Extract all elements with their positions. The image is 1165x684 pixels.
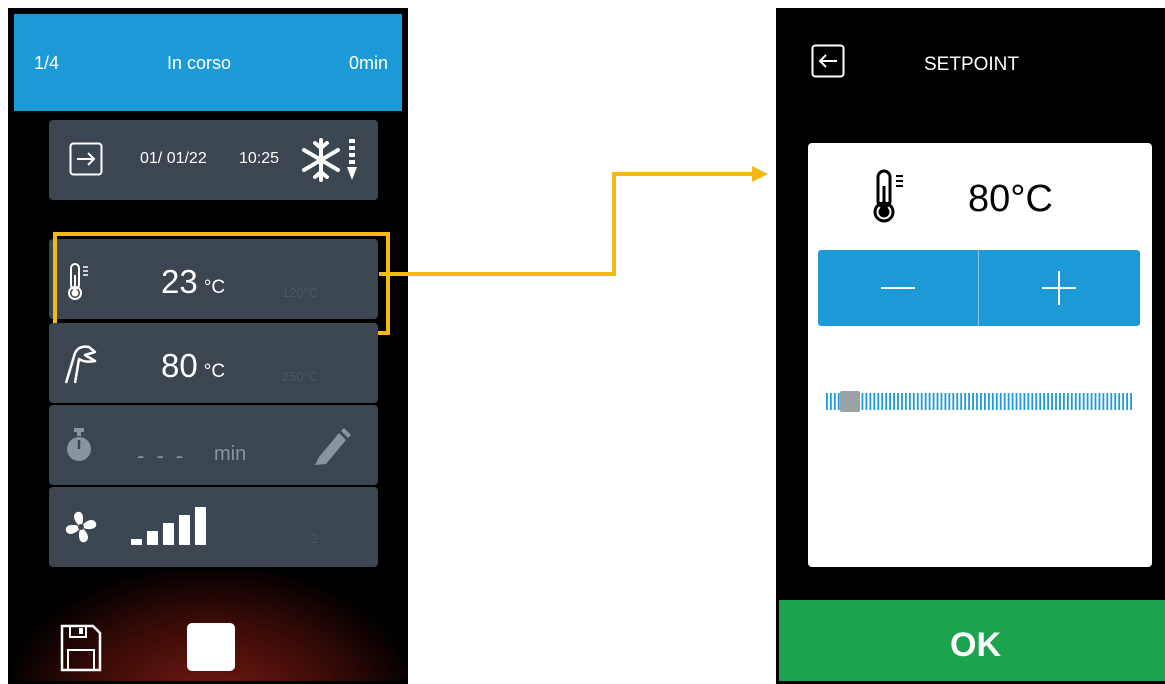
slider-tick	[987, 393, 990, 410]
setpoint-stepper	[818, 250, 1140, 326]
slider-tick	[881, 393, 884, 410]
slider-tick	[1007, 393, 1010, 410]
slider-tick	[833, 393, 836, 410]
slider-tick	[940, 393, 943, 410]
back-arrow-icon[interactable]	[811, 44, 845, 78]
slider-tick	[1122, 393, 1125, 410]
slider-tick	[912, 393, 915, 410]
plus-icon	[1042, 271, 1076, 305]
slider-tick	[1086, 393, 1089, 410]
slider-tick	[1070, 393, 1073, 410]
slider-tick	[936, 393, 939, 410]
slider-tick	[893, 393, 895, 410]
slider-tick	[877, 393, 880, 410]
stepper-divider	[978, 250, 979, 326]
minus-icon	[881, 287, 915, 289]
slider-tick	[1055, 393, 1057, 410]
slider-tick	[1015, 393, 1018, 410]
slider-tick	[889, 393, 891, 410]
slider-tick	[908, 393, 911, 410]
slider-tick	[1126, 393, 1128, 410]
setpoint-screen: SETPOINT 80°C OK	[776, 8, 1165, 684]
screen-title: SETPOINT	[924, 54, 1020, 75]
slider-tick	[1039, 393, 1042, 410]
slider-tick	[1078, 393, 1081, 410]
slider-tick	[1114, 393, 1117, 410]
slider-tick	[1011, 393, 1014, 410]
thermometer-icon	[873, 169, 903, 223]
slider-tick	[837, 393, 840, 410]
slider-thumb[interactable]	[840, 391, 860, 412]
slider-tick	[1035, 393, 1038, 410]
slider-tick	[1047, 393, 1049, 410]
slider-tick	[916, 393, 919, 410]
slider-tick	[944, 393, 947, 410]
slider-tick	[964, 393, 967, 410]
slider-tick	[885, 393, 888, 410]
slider-tick	[1066, 393, 1069, 410]
slider-tick	[976, 393, 978, 410]
slider-tick	[1027, 393, 1030, 410]
ok-button[interactable]: OK	[779, 600, 1165, 681]
slider-tick	[861, 393, 864, 410]
slider-tick	[1043, 393, 1046, 410]
slider-tick	[956, 393, 959, 410]
slider-tick	[984, 393, 986, 410]
slider-tick	[1110, 393, 1113, 410]
slider-tick	[905, 393, 907, 410]
slider-tick	[1118, 393, 1121, 410]
slider-tick	[1059, 393, 1061, 410]
slider-tick	[972, 393, 974, 410]
slider-tick	[924, 393, 927, 410]
slider-tick	[1031, 393, 1034, 410]
slider-tick	[1102, 393, 1105, 410]
slider-tick	[897, 393, 899, 410]
setpoint-slider[interactable]	[822, 390, 1132, 414]
slider-tick	[1051, 393, 1053, 410]
slider-tick	[1082, 393, 1085, 410]
slider-tick	[980, 393, 982, 410]
setpoint-value: 80°C	[968, 178, 1053, 220]
slider-tick	[932, 393, 935, 410]
slider-tick	[1106, 393, 1109, 410]
slider-tick	[999, 393, 1002, 410]
slider-tick	[960, 393, 963, 410]
slider-tick	[826, 393, 828, 410]
slider-tick	[1074, 393, 1077, 410]
slider-tick	[865, 393, 868, 410]
slider-tick	[1094, 393, 1097, 410]
slider-tick	[1003, 393, 1006, 410]
decrease-button[interactable]	[818, 250, 979, 326]
increase-button[interactable]	[979, 250, 1140, 326]
slider-tick	[991, 393, 994, 410]
slider-tick	[920, 393, 923, 410]
slider-tick	[1023, 393, 1026, 410]
setpoint-card: 80°C	[808, 143, 1152, 567]
slider-tick	[869, 393, 872, 410]
slider-tick	[1063, 393, 1065, 410]
slider-tick	[1098, 393, 1101, 410]
slider-tick	[995, 393, 998, 410]
slider-tick	[948, 393, 951, 410]
slider-tick	[901, 393, 903, 410]
slider-tick	[1019, 393, 1022, 410]
slider-tick	[1130, 393, 1132, 410]
slider-tick	[968, 393, 970, 410]
slider-tick	[873, 393, 876, 410]
slider-tick	[829, 393, 832, 410]
slider-tick	[928, 393, 931, 410]
slider-tick	[952, 393, 955, 410]
slider-tick	[1090, 393, 1093, 410]
